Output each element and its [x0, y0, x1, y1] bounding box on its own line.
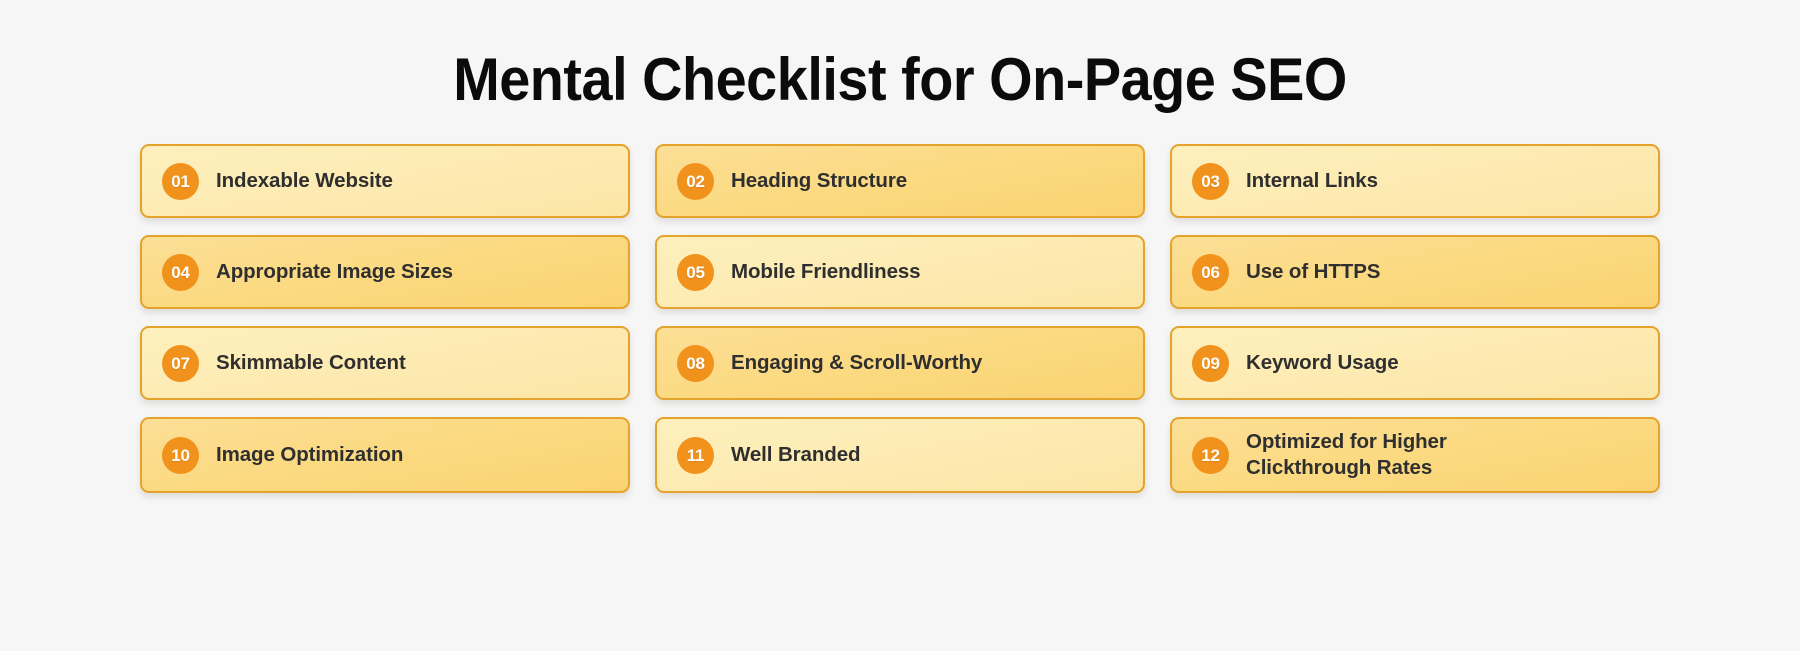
checklist-number-badge: 03 [1192, 162, 1229, 200]
checklist-infographic: Mental Checklist for On-Page SEO 01 Index… [0, 0, 1800, 651]
checklist-card[interactable]: 05 Mobile Friendliness [655, 235, 1145, 309]
checklist-number-badge: 05 [677, 253, 714, 291]
checklist-item-label: Internal Links [1246, 168, 1378, 192]
checklist-item-label: Optimized for Higher Clickthrough Rates [1246, 430, 1447, 480]
checklist-card[interactable]: 07 Skimmable Content [140, 326, 630, 400]
checklist-item-label: Mobile Friendliness [731, 259, 921, 283]
checklist-number-badge: 09 [1192, 344, 1229, 382]
checklist-number-badge: 01 [162, 162, 199, 200]
checklist-item-label: Indexable Website [216, 168, 393, 192]
checklist-grid: 01 Indexable Website 02 Heading Structure 03… [140, 144, 1660, 494]
checklist-card[interactable]: 10 Image Optimization [140, 417, 630, 494]
checklist-number-badge: 02 [677, 162, 714, 200]
page-title: Mental Checklist for On-Page SEO [453, 46, 1347, 113]
checklist-item-label: Well Branded [731, 443, 861, 467]
checklist-item-label: Skimmable Content [216, 350, 406, 374]
checklist-number-badge: 06 [1192, 253, 1229, 291]
checklist-item-label: Image Optimization [216, 443, 404, 467]
checklist-card[interactable]: 02 Heading Structure [655, 144, 1145, 218]
checklist-number-badge: 08 [677, 344, 714, 382]
checklist-card[interactable]: 01 Indexable Website [140, 144, 630, 218]
checklist-card[interactable]: 08 Engaging & Scroll-Worthy [655, 326, 1145, 400]
checklist-number-badge: 12 [1192, 436, 1229, 474]
checklist-item-label: Keyword Usage [1246, 350, 1399, 374]
checklist-item-label: Engaging & Scroll-Worthy [731, 350, 983, 374]
title-container: Mental Checklist for On-Page SEO [0, 0, 1800, 111]
checklist-card[interactable]: 09 Keyword Usage [1170, 326, 1660, 400]
checklist-card[interactable]: 04 Appropriate Image Sizes [140, 235, 630, 309]
checklist-item-label: Heading Structure [731, 168, 907, 192]
checklist-item-label: Appropriate Image Sizes [216, 259, 453, 283]
checklist-number-badge: 04 [162, 253, 199, 291]
checklist-number-badge: 10 [162, 436, 199, 474]
checklist-card[interactable]: 12 Optimized for Higher Clickthrough Rate… [1170, 417, 1660, 494]
checklist-number-badge: 07 [162, 344, 199, 382]
checklist-card[interactable]: 03 Internal Links [1170, 144, 1660, 218]
checklist-card[interactable]: 11 Well Branded [655, 417, 1145, 494]
checklist-card[interactable]: 06 Use of HTTPS [1170, 235, 1660, 309]
checklist-item-label: Use of HTTPS [1246, 259, 1381, 283]
checklist-number-badge: 11 [677, 436, 714, 474]
